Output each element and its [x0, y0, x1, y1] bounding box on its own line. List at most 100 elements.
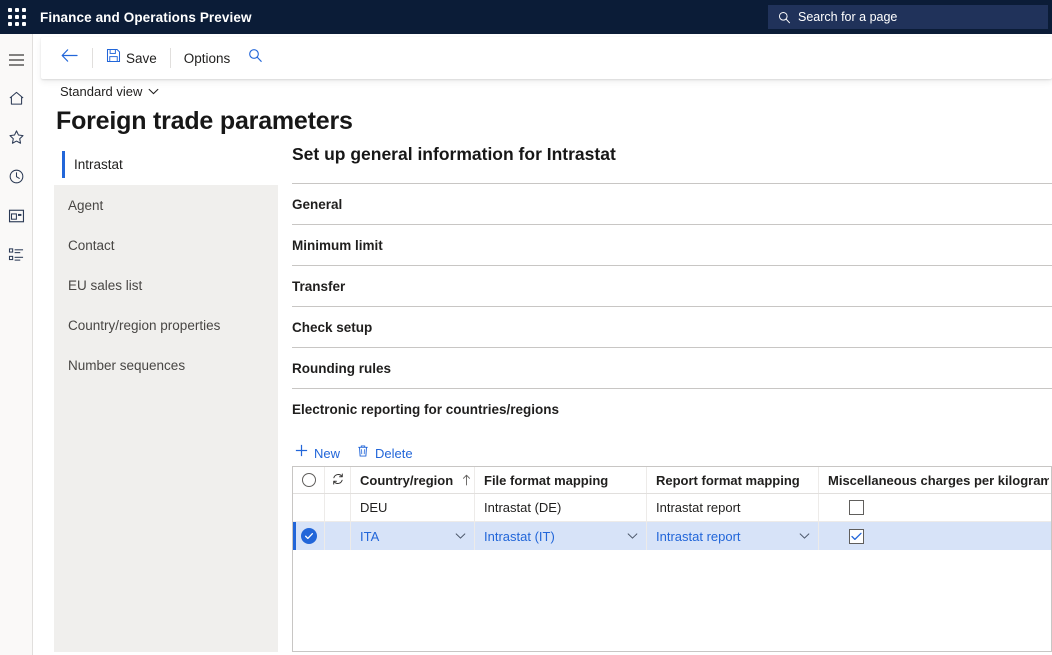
delete-button-label: Delete: [375, 445, 413, 461]
cell-value: Intrastat (IT): [484, 528, 555, 544]
cell-file-format-mapping[interactable]: Intrastat (IT): [475, 522, 647, 550]
cell-report-format-mapping[interactable]: Intrastat report: [647, 522, 819, 550]
cell-value: Intrastat report: [656, 528, 741, 544]
cell-misc-charges-checkbox[interactable]: [819, 494, 1049, 521]
fasttab-label: Minimum limit: [292, 237, 383, 253]
fasttab-label: Electronic reporting for countries/regio…: [292, 401, 560, 417]
column-header-label: Report format mapping: [656, 472, 800, 488]
settings-tab-panel: Intrastat Agent Contact EU sales list Co…: [54, 144, 278, 652]
cell-value: Intrastat (DE): [484, 500, 562, 515]
sidebar-item-label: Contact: [68, 237, 115, 253]
fasttab-minimum-limit[interactable]: Minimum limit: [292, 224, 1052, 265]
refresh-header[interactable]: [325, 467, 351, 493]
chevron-down-icon[interactable]: [455, 533, 466, 540]
sidebar-item-country-region-properties[interactable]: Country/region properties: [54, 305, 278, 345]
checkbox-checked[interactable]: [849, 528, 864, 544]
page-header: Standard view Foreign trade parameters: [41, 82, 1052, 136]
cell-country-region[interactable]: DEU: [351, 494, 475, 521]
column-header-label: Miscellaneous charges per kilogram: [828, 472, 1049, 488]
cell-report-format-mapping[interactable]: Intrastat report: [647, 494, 819, 521]
sidebar-item-number-sequences[interactable]: Number sequences: [54, 345, 278, 385]
chevron-down-icon[interactable]: [627, 533, 638, 540]
fasttab-transfer[interactable]: Transfer: [292, 265, 1052, 306]
global-search-input[interactable]: Search for a page: [768, 5, 1048, 29]
view-selector[interactable]: Standard view: [56, 82, 163, 101]
command-separator: [92, 48, 93, 68]
table-row[interactable]: DEU Intrastat (DE) Intrastat report: [293, 494, 1051, 522]
save-button-label: Save: [126, 50, 157, 66]
check-circle-icon: [300, 528, 317, 544]
save-button[interactable]: Save: [97, 43, 166, 73]
content-section-title: Set up general information for Intrastat: [292, 144, 616, 164]
command-separator-2: [169, 48, 171, 68]
fasttab-label: Rounding rules: [292, 360, 391, 376]
sort-ascending-arrow-icon: [462, 474, 471, 486]
cell-value: ITA: [360, 528, 380, 544]
delete-button[interactable]: Delete: [354, 440, 421, 466]
back-arrow-icon: [60, 48, 79, 68]
column-header-label: Country/region: [360, 472, 454, 488]
view-selector-label: Standard view: [60, 84, 143, 99]
main-content: Set up general information for Intrastat…: [292, 144, 1052, 468]
new-button[interactable]: New: [292, 440, 348, 466]
search-icon: [248, 48, 263, 68]
sidebar-item-eu-sales-list[interactable]: EU sales list: [54, 265, 278, 305]
row-select-cell[interactable]: [293, 522, 325, 550]
column-header-misc-charges[interactable]: Miscellaneous charges per kilogram: [819, 467, 1049, 493]
row-status-cell: [325, 522, 351, 550]
sidebar-item-label: Number sequences: [68, 357, 186, 373]
column-header-label: File format mapping: [484, 472, 609, 488]
sidebar-item-agent[interactable]: Agent: [54, 185, 278, 225]
search-icon: [778, 11, 791, 24]
electronic-reporting-grid: Country/region File format mapping Repor…: [292, 466, 1052, 652]
page-title: Foreign trade parameters: [56, 107, 353, 135]
cell-country-region[interactable]: ITA: [351, 522, 475, 550]
row-select-cell[interactable]: [293, 494, 325, 521]
fasttab-label: General: [292, 196, 343, 212]
fasttab-electronic-reporting[interactable]: Electronic reporting for countries/regio…: [292, 388, 1052, 429]
fasttab-general[interactable]: General: [292, 183, 1052, 224]
workspace-icon[interactable]: [0, 199, 33, 232]
fasttab-label: Transfer: [292, 278, 346, 294]
hamburger-menu-icon[interactable]: [0, 43, 33, 76]
sidebar-item-contact[interactable]: Contact: [54, 225, 278, 265]
refresh-icon: [331, 472, 345, 489]
sidebar-item-label: Intrastat: [74, 157, 123, 172]
column-header-file-format-mapping[interactable]: File format mapping: [475, 467, 647, 493]
chevron-down-icon[interactable]: [799, 533, 810, 540]
home-icon[interactable]: [0, 82, 33, 115]
list-icon[interactable]: [0, 238, 33, 271]
sidebar-item-intrastat[interactable]: Intrastat: [54, 144, 278, 185]
cell-misc-charges-checkbox[interactable]: [819, 522, 1049, 550]
global-search-placeholder: Search for a page: [798, 10, 898, 24]
command-search-button[interactable]: [239, 43, 272, 73]
cell-value: Intrastat report: [656, 500, 741, 515]
table-row[interactable]: ITA Intrastat (IT) Intrastat report: [293, 522, 1051, 550]
select-all-header[interactable]: [293, 467, 325, 493]
fasttab-label: Check setup: [292, 319, 373, 335]
fasttab-check-setup[interactable]: Check setup: [292, 306, 1052, 347]
grid-toolbar: New Delete: [292, 438, 1052, 468]
fasttab-rounding-rules[interactable]: Rounding rules: [292, 347, 1052, 388]
clock-icon[interactable]: [0, 160, 33, 193]
command-bar: Save Options: [41, 37, 1052, 79]
checkbox-unchecked[interactable]: [849, 500, 864, 515]
top-navigation-bar: Finance and Operations Preview Search fo…: [0, 0, 1052, 34]
star-icon[interactable]: [0, 121, 33, 154]
plus-icon: [294, 443, 309, 463]
save-disk-icon: [106, 48, 121, 68]
column-header-country-region[interactable]: Country/region: [351, 467, 475, 493]
grid-header-row: Country/region File format mapping Repor…: [293, 467, 1051, 494]
sidebar-item-label: Country/region properties: [68, 317, 221, 333]
cell-value: DEU: [360, 500, 388, 515]
new-button-label: New: [314, 445, 341, 461]
options-button[interactable]: Options: [175, 43, 240, 73]
back-button[interactable]: [51, 43, 88, 73]
cell-file-format-mapping[interactable]: Intrastat (DE): [475, 494, 647, 521]
app-title: Finance and Operations Preview: [40, 9, 252, 25]
column-header-report-format-mapping[interactable]: Report format mapping: [647, 467, 819, 493]
chevron-down-icon: [148, 88, 159, 95]
waffle-grid-icon[interactable]: [0, 0, 34, 34]
sidebar-item-label: EU sales list: [68, 277, 143, 293]
options-button-label: Options: [183, 50, 231, 66]
